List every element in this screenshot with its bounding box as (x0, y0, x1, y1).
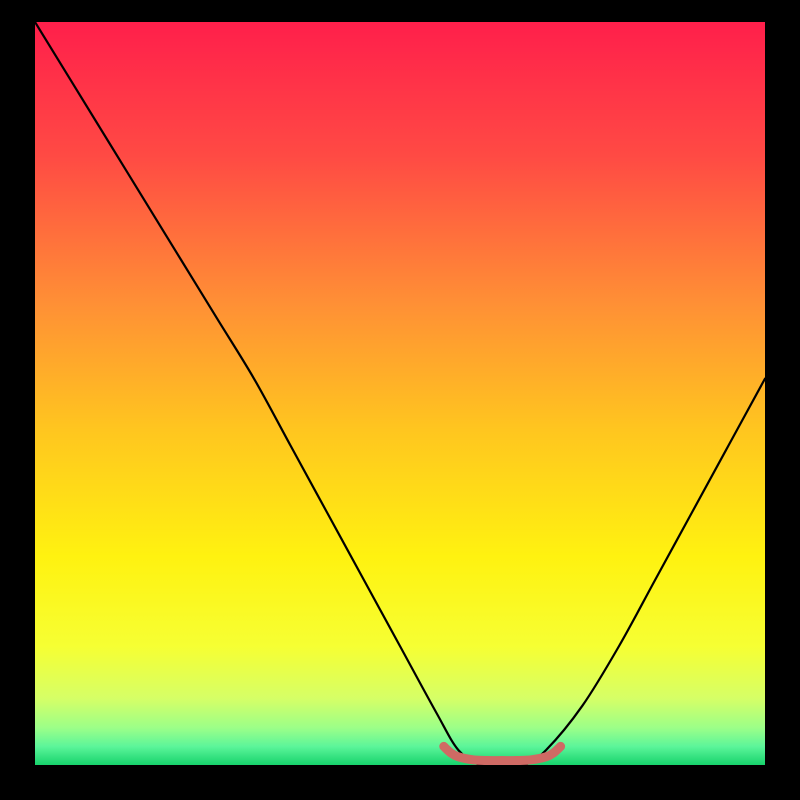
chart-frame: TheBottleneck.com (22, 22, 778, 778)
gradient-background (35, 22, 765, 765)
bottleneck-chart (35, 22, 765, 765)
chart-plot-area (35, 22, 765, 765)
